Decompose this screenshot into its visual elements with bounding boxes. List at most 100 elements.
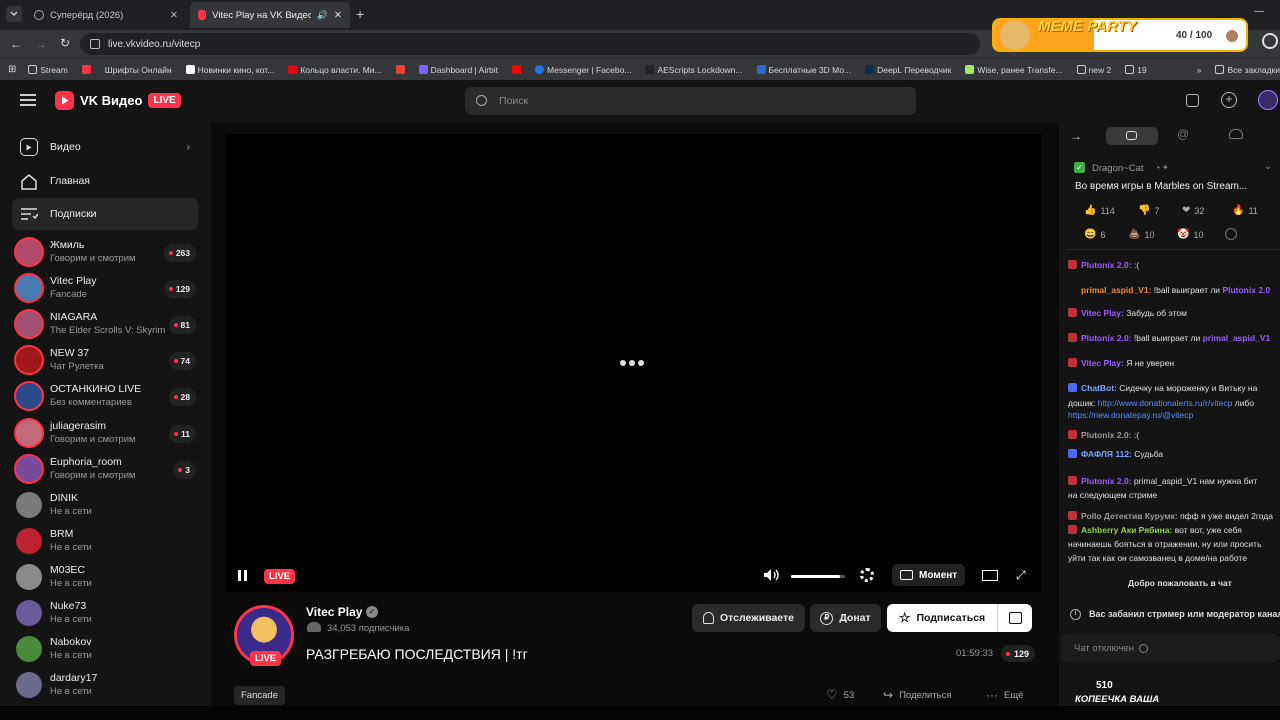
reaction[interactable]: 👍 114 [1084, 205, 1115, 216]
settings-gear-icon[interactable] [860, 568, 874, 582]
new-tab-button[interactable]: + [356, 6, 364, 22]
channel-name[interactable]: Vitec Play [306, 605, 362, 619]
channel-item[interactable]: ОСТАНКИНО LIVE Без комментариев 28 [14, 380, 200, 414]
reaction[interactable]: 😄 6 [1084, 229, 1105, 240]
chat-tab-users[interactable] [1229, 129, 1243, 139]
all-bookmarks[interactable]: Все закладки [1215, 65, 1280, 75]
chat-username: ChatBot: [1081, 383, 1117, 393]
channel-item[interactable]: Vitec Play Fancade 129 [14, 272, 200, 306]
reaction[interactable]: 💩 10 [1128, 229, 1154, 240]
bookmark-deepl[interactable]: DeepL Переводчик [865, 65, 951, 75]
sidebar-item-subscriptions[interactable]: Подписки [12, 198, 198, 230]
channel-item[interactable]: BRM Не в сети [14, 525, 200, 559]
pinned-author: Dragon~Cat [1092, 163, 1144, 174]
bookmarks-overflow-icon[interactable]: » [1197, 65, 1202, 75]
bookmark-fonts[interactable]: Шрифты Онлайн [105, 65, 172, 75]
volume-fill [791, 575, 840, 578]
theater-mode-icon[interactable] [982, 570, 998, 581]
vk-logo[interactable]: VK Видео LIVE [55, 91, 181, 110]
bookmark-kino[interactable]: Новинки кино, кот... [185, 65, 274, 75]
subscribe-button[interactable]: ☆ Подписаться [887, 604, 997, 632]
more-button[interactable]: ··· Ещё [980, 685, 1029, 705]
sidebar-item-home[interactable]: Главная [12, 165, 198, 197]
window-controls: — [1254, 6, 1264, 17]
close-icon[interactable]: ✕ [170, 10, 178, 21]
donate-button[interactable]: ₽ Донат [810, 604, 881, 632]
chat-tab-messages[interactable] [1106, 127, 1158, 145]
channel-item[interactable]: NIAGARA The Elder Scrolls V: Skyrim 81 [14, 308, 200, 342]
channel-item[interactable]: Жмиль Говорим и смотрим 263 [14, 236, 200, 270]
user-avatar[interactable] [1258, 90, 1278, 110]
channel-status: Говорим и смотрим [50, 469, 136, 481]
bookmark-19[interactable]: 19 [1125, 65, 1147, 75]
channel-item[interactable]: Nabokov Не в сети [14, 633, 200, 667]
player-live-badge[interactable]: LIVE [264, 569, 296, 584]
search-input[interactable]: Поиск [465, 87, 916, 115]
bookmark-wise[interactable]: Wise, ранее Transfe... [965, 65, 1063, 75]
close-icon[interactable]: ✕ [334, 10, 342, 21]
chat-text: !ball выиграет ли [1153, 285, 1221, 295]
meme-party-widget: MEME PARTY 40 / 100 [992, 18, 1248, 52]
channel-item[interactable]: NEW 37 Чат Рулетка 74 [14, 344, 200, 378]
user-badge-icon [1068, 525, 1077, 534]
bookmark-stream[interactable]: Stream [28, 65, 68, 75]
tab-search-button[interactable] [6, 6, 22, 22]
channel-item[interactable]: Nuke73 Не в сети [14, 597, 200, 631]
moment-button[interactable]: Момент [892, 564, 966, 586]
playlist-icon[interactable] [1186, 94, 1199, 107]
reload-icon[interactable]: ↻ [60, 36, 70, 50]
url-field[interactable]: live.vkvideo.ru/vitecp [80, 33, 980, 55]
add-icon[interactable]: + [1221, 92, 1237, 108]
user-badge-icon [1068, 358, 1077, 367]
bookmark-messenger[interactable]: Messenger | Facebo... [535, 65, 631, 75]
bookmark-youtube[interactable] [512, 65, 522, 74]
avatar [16, 419, 42, 446]
chat-message: дошик: http://www.donationalerts.ru/r/vi… [1068, 397, 1254, 409]
channel-item[interactable]: M03EC Не в сети [14, 561, 200, 595]
bookmark-gmail[interactable] [395, 65, 405, 74]
channel-item[interactable]: juliagerasim Говорим и смотрим 11 [14, 417, 200, 451]
pinned-expand-icon[interactable]: ⌄ [1264, 161, 1272, 172]
forward-icon[interactable]: → [35, 37, 47, 51]
menu-icon[interactable] [20, 94, 36, 106]
bookmark-3d[interactable]: Бесплатные 3D Мо... [756, 65, 851, 75]
chat-text: :( [1133, 260, 1140, 270]
reaction[interactable]: 🔥 11 [1232, 205, 1258, 216]
volume-icon[interactable] [763, 568, 779, 582]
chat-tab-mentions[interactable]: @ [1177, 127, 1189, 141]
collapse-chat-icon[interactable]: → [1070, 129, 1082, 143]
reaction[interactable]: 🤡 10 [1177, 229, 1203, 240]
reaction[interactable]: 👎 7 [1138, 205, 1159, 216]
pause-button[interactable] [238, 570, 247, 581]
category-tag[interactable]: Fancade [234, 686, 285, 705]
bookmark-aescripts[interactable]: AEScripts Lockdown... [645, 65, 743, 75]
channel-item[interactable]: dardary17 Не в сети [14, 669, 200, 703]
profile-icon[interactable] [1262, 33, 1278, 49]
sidebar-item-video[interactable]: Видео › [12, 131, 198, 163]
chat-text: вот вот, уже себя [1174, 525, 1242, 535]
video-player[interactable]: LIVE Момент ⤢ [226, 134, 1041, 592]
channel-item[interactable]: Euphoria_room Говорим и смотрим 3 [14, 453, 200, 487]
channel-item[interactable]: DINIK Не в сети [14, 489, 200, 523]
chat-username: ФАФЛЯ 112: [1081, 449, 1132, 459]
bookmark-vk[interactable] [81, 65, 91, 74]
site-info-icon[interactable] [90, 39, 100, 49]
tab-vitec[interactable]: Vitec Play на VK Видео Live 🔊 ✕ [190, 2, 350, 28]
gift-button[interactable] [997, 604, 1032, 632]
bookmark-new2[interactable]: new 2 [1076, 65, 1111, 75]
tab-superherd[interactable]: Суперёрд (2026) ✕ [26, 2, 186, 28]
reaction[interactable]: ❤ 32 [1182, 205, 1204, 216]
apps-icon[interactable]: ⊞ [8, 64, 16, 75]
bookmark-airbit[interactable]: Dashboard | Airbit [418, 65, 498, 75]
back-icon[interactable]: ← [10, 37, 22, 51]
like-button[interactable]: ♡ 53 [818, 685, 862, 705]
follow-button[interactable]: Отслеживаете [692, 604, 805, 632]
fullscreen-icon[interactable]: ⤢ [1016, 568, 1026, 583]
avatar [16, 672, 42, 699]
reaction-icon: ❤ [1182, 205, 1191, 216]
channel-name: Vitec Play [50, 275, 97, 288]
volume-slider[interactable] [791, 575, 845, 578]
bookmark-ring[interactable]: Кольцо власти. Ми... [288, 65, 382, 75]
add-reaction-icon[interactable] [1225, 228, 1237, 240]
share-button[interactable]: ↪ Поделиться [877, 685, 958, 705]
